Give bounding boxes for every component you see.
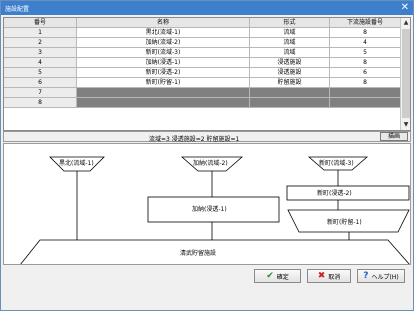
row-downstream-cell[interactable] (330, 98, 401, 108)
row-type-cell[interactable] (250, 98, 330, 108)
help-button[interactable]: ? ヘルプ(H) (357, 269, 405, 283)
vertical-scrollbar[interactable]: ▲ ▼ (400, 18, 410, 130)
facility-count-summary: 流域=3 浸透施設=2 貯留施設=1 (149, 136, 240, 143)
table-row[interactable]: 7 (4, 88, 401, 98)
scroll-up-icon[interactable]: ▲ (402, 19, 410, 27)
row-number-cell[interactable]: 4 (4, 58, 77, 68)
row-name-cell[interactable]: 新町(貯留-1) (77, 78, 250, 88)
table-row[interactable]: 4 加納(浸透-1) 浸透施設 8 (4, 58, 401, 68)
row-number-cell[interactable]: 8 (4, 98, 77, 108)
row-type-cell[interactable]: 流域 (250, 38, 330, 48)
row-downstream-cell[interactable]: 4 (330, 38, 401, 48)
table-header: 番号 名称 形式 下流施設番号 (4, 18, 401, 28)
row-number-cell[interactable]: 6 (4, 78, 77, 88)
row-name-cell[interactable]: 加納(浸透-1) (77, 58, 250, 68)
confirm-button[interactable]: ✔ 確定 (254, 269, 301, 283)
dialog-footer: ✔ 確定 ✖ 取消 ? ヘルプ(H) (1, 267, 413, 310)
row-name-cell[interactable]: 新町(浸透-2) (77, 68, 250, 78)
row-name-cell[interactable]: 黒北(流域-1) (77, 28, 250, 38)
row-number-cell[interactable]: 2 (4, 38, 77, 48)
table-row[interactable]: 8 (4, 98, 401, 108)
diagram-label-infiltration-1: 加納(浸透-1) (192, 206, 227, 213)
row-downstream-cell[interactable] (330, 88, 401, 98)
row-number-cell[interactable]: 7 (4, 88, 77, 98)
diagram-label-final-storage: 清武貯留施設 (180, 250, 217, 257)
header-name[interactable]: 名称 (77, 18, 250, 28)
diagram-label-infiltration-2: 新町(浸透-2) (317, 190, 352, 197)
row-number-cell[interactable]: 3 (4, 48, 77, 58)
close-icon[interactable]: ✕ (401, 2, 409, 13)
row-name-cell[interactable]: 新町(流域-3) (77, 48, 250, 58)
cancel-button[interactable]: ✖ 取消 (307, 269, 351, 283)
row-type-cell[interactable]: 浸透施設 (250, 58, 330, 68)
header-downstream[interactable]: 下流施設番号 (330, 18, 401, 28)
row-type-cell[interactable] (250, 88, 330, 98)
facility-layout-window: 施設配置 ✕ 番号 名称 形式 下流施設番号 1 黒北(流域-1) 流域 8 2 加納(流… (0, 0, 414, 311)
table-row[interactable]: 6 新町(貯留-1) 貯留施設 8 (4, 78, 401, 88)
check-icon: ✔ (266, 270, 274, 281)
cancel-label: 取消 (328, 273, 341, 281)
header-number[interactable]: 番号 (4, 18, 77, 28)
row-downstream-cell[interactable]: 8 (330, 28, 401, 38)
row-downstream-cell[interactable]: 5 (330, 48, 401, 58)
row-type-cell[interactable]: 流域 (250, 28, 330, 38)
row-number-cell[interactable]: 1 (4, 28, 77, 38)
row-name-cell[interactable] (77, 88, 250, 98)
diagram-label-basin-3: 新町(流域-3) (319, 160, 354, 167)
table-row[interactable]: 1 黒北(流域-1) 流域 8 (4, 28, 401, 38)
row-name-cell[interactable] (77, 98, 250, 108)
row-type-cell[interactable]: 流域 (250, 48, 330, 58)
row-type-cell[interactable]: 貯留施設 (250, 78, 330, 88)
confirm-label: 確定 (276, 273, 289, 281)
title-bar: 施設配置 ✕ (1, 1, 413, 15)
summary-bar: 流域=3 浸透施設=2 貯留施設=1 描画 (3, 131, 411, 143)
row-downstream-cell[interactable]: 6 (330, 68, 401, 78)
scroll-thumb[interactable] (402, 29, 410, 118)
question-icon: ? (363, 270, 369, 281)
diagram-label-storage-1: 新町(貯留-1) (327, 219, 362, 226)
window-title: 施設配置 (5, 6, 30, 13)
diagram-label-basin-2: 加納(流域-2) (193, 160, 228, 167)
table-row[interactable]: 2 加納(流域-2) 流域 4 (4, 38, 401, 48)
row-downstream-cell[interactable]: 8 (330, 78, 401, 88)
row-number-cell[interactable]: 5 (4, 68, 77, 78)
row-type-cell[interactable]: 浸透施設 (250, 68, 330, 78)
header-type[interactable]: 形式 (250, 18, 330, 28)
help-label: ヘルプ(H) (371, 273, 399, 281)
layout-diagram: 黒北(流域-1) 加納(流域-2) 新町(流域-3) 新町(浸透-2) 加納(浸… (3, 143, 411, 265)
table-row[interactable]: 3 新町(流域-3) 流域 5 (4, 48, 401, 58)
row-downstream-cell[interactable]: 8 (330, 58, 401, 68)
facility-table: 番号 名称 形式 下流施設番号 1 黒北(流域-1) 流域 8 2 加納(流域-2) 流域 4… (3, 17, 411, 131)
table-row[interactable]: 5 新町(浸透-2) 浸透施設 6 (4, 68, 401, 78)
row-name-cell[interactable]: 加納(流域-2) (77, 38, 250, 48)
draw-button[interactable]: 描画 (380, 132, 408, 141)
scroll-down-icon[interactable]: ▼ (402, 121, 410, 129)
diagram-label-basin-1: 黒北(流域-1) (59, 160, 94, 167)
x-icon: ✖ (317, 270, 326, 281)
